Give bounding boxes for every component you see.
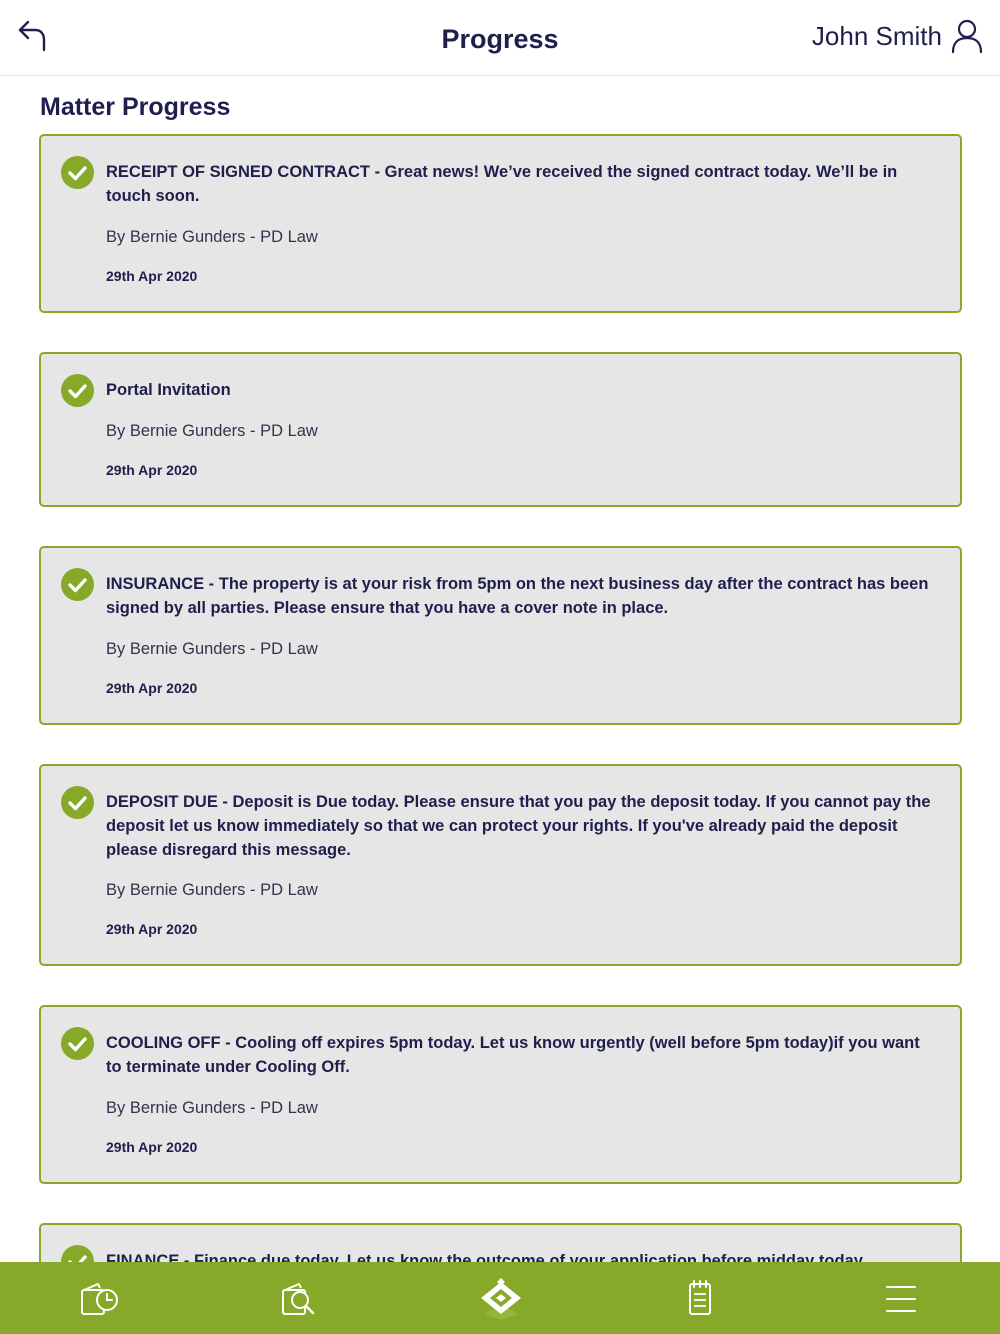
bottom-nav-bar	[0, 1262, 1000, 1334]
progress-list[interactable]: Matter Progress RECEIPT OF SIGNED CONTRA…	[0, 76, 1000, 1262]
progress-date: 29th Apr 2020	[106, 921, 198, 937]
app-header: Progress John Smith	[0, 0, 1000, 76]
progress-author: By Bernie Gunders - PD Law	[106, 228, 318, 246]
progress-date: 29th Apr 2020	[106, 462, 198, 478]
progress-date: 29th Apr 2020	[106, 680, 198, 696]
progress-message: RECEIPT OF SIGNED CONTRACT - Great news!…	[106, 163, 898, 205]
section-title: Matter Progress	[40, 93, 231, 121]
progress-card: FINANCE - Finance due today. Let us know…	[39, 1223, 962, 1262]
progress-card: DEPOSIT DUE - Deposit is Due today. Plea…	[39, 764, 962, 966]
home-logo-icon	[481, 1278, 521, 1320]
progress-message: Portal Invitation	[106, 381, 231, 399]
nav-progress-button[interactable]	[78, 1278, 122, 1318]
document-search-icon	[282, 1283, 315, 1315]
menu-icon	[886, 1286, 916, 1312]
nav-documents-button[interactable]	[278, 1278, 322, 1318]
nav-menu-button[interactable]	[879, 1278, 923, 1318]
progress-card: RECEIPT OF SIGNED CONTRACT - Great news!…	[39, 134, 962, 313]
user-icon	[951, 19, 983, 54]
progress-card: INSURANCE - The property is at your risk…	[39, 546, 962, 725]
progress-author: By Bernie Gunders - PD Law	[106, 1099, 318, 1117]
check-circle-icon	[61, 374, 94, 407]
progress-clock-icon	[81, 1283, 118, 1315]
progress-message: INSURANCE - The property is at your risk…	[106, 575, 929, 617]
progress-message: FINANCE - Finance due today. Let us know…	[106, 1252, 867, 1262]
progress-message: COOLING OFF - Cooling off expires 5pm to…	[106, 1034, 920, 1076]
nav-notes-button[interactable]	[678, 1278, 722, 1318]
check-circle-icon	[61, 786, 94, 819]
check-circle-icon	[61, 1027, 94, 1060]
progress-date: 29th Apr 2020	[106, 268, 198, 284]
notepad-icon	[689, 1280, 711, 1315]
progress-author: By Bernie Gunders - PD Law	[106, 881, 318, 899]
nav-home-button[interactable]	[476, 1276, 526, 1320]
user-name: John Smith	[811, 20, 942, 51]
progress-author: By Bernie Gunders - PD Law	[106, 640, 318, 658]
progress-card: Portal Invitation By Bernie Gunders - PD…	[39, 352, 962, 507]
progress-card: COOLING OFF - Cooling off expires 5pm to…	[39, 1005, 962, 1184]
user-profile-button[interactable]: John Smith	[812, 16, 984, 56]
check-circle-icon	[61, 568, 94, 601]
check-circle-icon	[61, 1245, 94, 1262]
progress-message: DEPOSIT DUE - Deposit is Due today. Plea…	[106, 793, 931, 859]
check-circle-icon	[61, 156, 94, 189]
progress-author: By Bernie Gunders - PD Law	[106, 422, 318, 440]
progress-date: 29th Apr 2020	[106, 1139, 198, 1155]
